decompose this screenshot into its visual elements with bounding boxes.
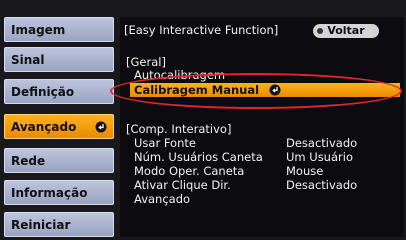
setting-num-usuarios-caneta[interactable]: Núm. Usuários Caneta Um Usuário — [134, 150, 353, 164]
back-button[interactable]: Voltar — [313, 24, 379, 38]
section-geral: [Geral] — [126, 55, 166, 69]
menu-item-avancado[interactable]: Avançado — [134, 192, 190, 206]
section-comp-interativo: [Comp. Interativo] — [126, 122, 232, 136]
sidebar-item-sinal[interactable]: Sinal — [4, 47, 114, 72]
setting-modo-oper-caneta[interactable]: Modo Oper. Caneta Mouse — [134, 164, 323, 178]
settings-panel: [Easy Interactive Function] Voltar [Gera… — [120, 17, 404, 237]
back-label: Voltar — [327, 24, 365, 37]
setting-value: Mouse — [286, 164, 324, 178]
sidebar-item-label: Informação — [11, 186, 88, 200]
sidebar-item-avancado[interactable]: Avançado — [4, 114, 114, 139]
setting-ativar-clique-dir[interactable]: Ativar Clique Dir. Desactivado — [134, 178, 357, 192]
sidebar-item-informacao[interactable]: Informação — [4, 180, 114, 205]
sidebar-item-label: Sinal — [11, 53, 45, 67]
sidebar-item-label: Imagem — [11, 23, 66, 37]
setting-value: Desactivado — [286, 136, 358, 150]
setting-label: Núm. Usuários Caneta — [134, 150, 263, 164]
panel-title: [Easy Interactive Function] — [124, 23, 279, 37]
sidebar-item-reiniciar[interactable]: Reiniciar — [4, 212, 114, 237]
enter-icon — [95, 121, 107, 133]
bullet-icon — [317, 28, 323, 34]
sidebar-item-label: Rede — [11, 154, 46, 168]
setting-value: Desactivado — [286, 178, 358, 192]
sidebar-item-rede[interactable]: Rede — [4, 148, 114, 173]
sidebar-item-label: Definição — [11, 85, 75, 99]
setting-label: Modo Oper. Caneta — [134, 164, 245, 178]
setting-usar-fonte[interactable]: Usar Fonte Desactivado — [134, 136, 357, 150]
highlight-annotation-oval — [110, 73, 402, 109]
sidebar-item-label: Avançado — [11, 120, 77, 134]
setting-label: Ativar Clique Dir. — [134, 178, 231, 192]
setting-label: Usar Fonte — [134, 136, 196, 150]
panel-header: [Easy Interactive Function] Voltar — [124, 21, 396, 39]
sidebar-item-definicao[interactable]: Definição — [4, 79, 114, 104]
setting-value: Um Usuário — [286, 150, 353, 164]
sidebar-item-label: Reiniciar — [11, 218, 71, 232]
sidebar-item-imagem[interactable]: Imagem — [4, 17, 114, 42]
projector-menu: Imagem Sinal Definição Avançado Rede Inf… — [0, 0, 406, 240]
